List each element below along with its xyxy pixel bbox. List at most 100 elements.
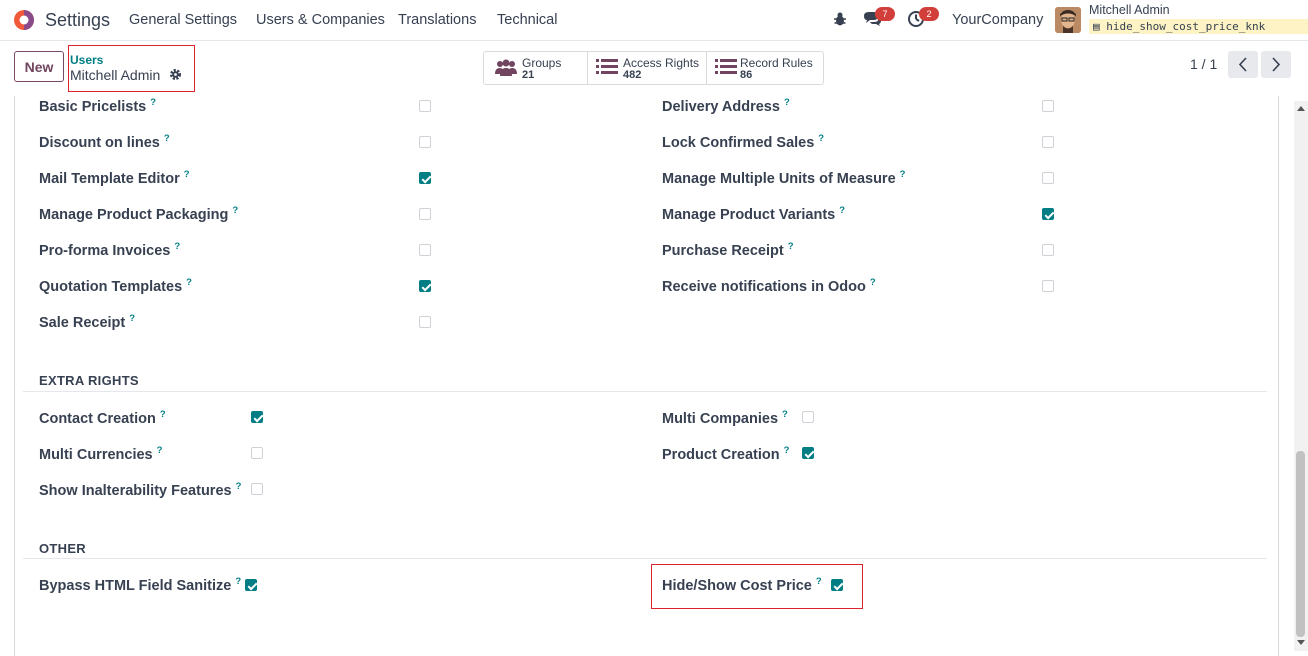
access-rights-count: 482 — [623, 69, 642, 81]
groups-count: 21 — [522, 69, 535, 81]
checkbox-hide-show-cost-price[interactable] — [831, 579, 843, 591]
menu-translations[interactable]: Translations — [398, 12, 476, 28]
help-tooltip-icon[interactable]: ? — [157, 445, 163, 456]
field-label-text: Receive notifications in Odoo — [662, 278, 866, 295]
access-rights-smart-button[interactable]: Access Rights 482 — [588, 52, 707, 84]
help-tooltip-icon[interactable]: ? — [160, 409, 166, 420]
field-label-text: Mail Template Editor — [39, 170, 180, 187]
menu-users-companies[interactable]: Users & Companies — [256, 12, 385, 28]
user-avatar[interactable] — [1055, 7, 1081, 33]
help-tooltip-icon[interactable]: ? — [186, 277, 192, 288]
new-button[interactable]: New — [14, 51, 64, 82]
company-switcher[interactable]: YourCompany — [952, 12, 1043, 28]
breadcrumb-current-record: Mitchell Admin — [70, 67, 161, 83]
record-rules-smart-button[interactable]: Record Rules 86 — [707, 52, 823, 84]
field-label-text: Show Inalterability Features — [39, 482, 232, 499]
help-tooltip-icon[interactable]: ? — [816, 576, 822, 587]
field-label-text: Bypass HTML Field Sanitize — [39, 577, 232, 594]
app-title[interactable]: Settings — [45, 10, 110, 31]
database-tag: ▤ hide_show_cost_price_knk — [1089, 19, 1308, 34]
help-tooltip-icon[interactable]: ? — [818, 133, 824, 144]
user-menu-name[interactable]: Mitchell Admin — [1089, 3, 1170, 17]
help-tooltip-icon[interactable]: ? — [235, 576, 241, 587]
checkbox-sale-receipt[interactable] — [419, 316, 431, 328]
record-rules-label: Record Rules — [740, 56, 813, 70]
pager-previous-button[interactable] — [1228, 51, 1258, 78]
scroll-down-arrow-icon[interactable] — [1297, 640, 1305, 645]
checkbox-pro-forma-invoices[interactable] — [419, 244, 431, 256]
field-label: Manage Multiple Units of Measure? — [662, 169, 905, 187]
help-tooltip-icon[interactable]: ? — [129, 313, 135, 324]
help-tooltip-icon[interactable]: ? — [232, 205, 238, 216]
chevron-left-icon — [1238, 57, 1247, 72]
help-tooltip-icon[interactable]: ? — [236, 481, 242, 492]
section-title: OTHER — [39, 541, 86, 556]
field-label-text: Manage Product Variants — [662, 206, 836, 223]
checkbox-lock-confirmed-sales[interactable] — [1042, 136, 1054, 148]
help-tooltip-icon[interactable]: ? — [184, 169, 190, 180]
gear-icon[interactable] — [169, 68, 182, 86]
checkbox-product-packaging[interactable] — [419, 208, 431, 220]
database-icon: ▤ — [1093, 20, 1107, 33]
chevron-right-icon — [1272, 57, 1281, 72]
checkbox-bypass-html-sanitize[interactable] — [245, 579, 257, 591]
help-tooltip-icon[interactable]: ? — [870, 277, 876, 288]
help-tooltip-icon[interactable]: ? — [782, 409, 788, 420]
field-label: Discount on lines? — [39, 133, 170, 151]
checkbox-inalterability-features[interactable] — [251, 483, 263, 495]
checkbox-delivery-address[interactable] — [1042, 100, 1054, 112]
field-label: Show Inalterability Features? — [39, 481, 241, 499]
field-label: Basic Pricelists? — [39, 97, 156, 115]
database-name: hide_show_cost_price_knk — [1106, 20, 1266, 33]
groups-label: Groups — [522, 56, 562, 70]
checkbox-contact-creation[interactable] — [251, 411, 263, 423]
activities-badge: 2 — [919, 7, 939, 21]
pager-value[interactable]: 1 / 1 — [1190, 56, 1217, 72]
checkbox-multi-companies[interactable] — [802, 411, 814, 423]
app-logo-icon[interactable] — [13, 9, 35, 31]
checkbox-purchase-receipt[interactable] — [1042, 244, 1054, 256]
field-label: Delivery Address? — [662, 97, 790, 115]
checkbox-multiple-units-of-measure[interactable] — [1042, 172, 1054, 184]
section-divider — [23, 391, 1267, 392]
menu-general-settings[interactable]: General Settings — [129, 12, 237, 28]
field-label-text: Purchase Receipt — [662, 242, 784, 259]
checkbox-multi-currencies[interactable] — [251, 447, 263, 459]
checkbox-product-creation[interactable] — [802, 447, 814, 459]
field-label: Sale Receipt? — [39, 313, 135, 331]
help-tooltip-icon[interactable]: ? — [784, 445, 790, 456]
menu-technical[interactable]: Technical — [497, 12, 557, 28]
checkbox-mail-template-editor[interactable] — [419, 172, 431, 184]
top-navbar: Settings General Settings Users & Compan… — [0, 0, 1308, 41]
checkbox-basic-pricelists[interactable] — [419, 100, 431, 112]
pager-next-button[interactable] — [1261, 51, 1291, 78]
groups-smart-button[interactable]: Groups 21 — [484, 52, 588, 84]
help-tooltip-icon[interactable]: ? — [150, 97, 156, 108]
field-label: Manage Product Variants? — [662, 205, 845, 223]
help-tooltip-icon[interactable]: ? — [784, 97, 790, 108]
field-label: Manage Product Packaging? — [39, 205, 238, 223]
field-label-text: Multi Currencies — [39, 446, 153, 463]
list-icon — [596, 58, 618, 81]
scrollbar-thumb[interactable] — [1296, 451, 1305, 637]
record-rules-count: 86 — [740, 69, 753, 81]
checkbox-quotation-templates[interactable] — [419, 280, 431, 292]
field-label-text: Discount on lines — [39, 134, 160, 151]
help-tooltip-icon[interactable]: ? — [164, 133, 170, 144]
field-label: Hide/Show Cost Price? — [662, 576, 822, 594]
field-label-text: Manage Multiple Units of Measure — [662, 170, 896, 187]
checkbox-discount-on-lines[interactable] — [419, 136, 431, 148]
field-label: Product Creation? — [662, 445, 789, 463]
help-tooltip-icon[interactable]: ? — [788, 241, 794, 252]
debug-bug-icon[interactable] — [832, 11, 848, 32]
help-tooltip-icon[interactable]: ? — [174, 241, 180, 252]
breadcrumb-users-link[interactable]: Users — [70, 53, 103, 67]
scroll-up-arrow-icon[interactable] — [1297, 106, 1305, 111]
checkbox-receive-notifications[interactable] — [1042, 280, 1054, 292]
field-label-text: Delivery Address — [662, 98, 780, 115]
help-tooltip-icon[interactable]: ? — [900, 169, 906, 180]
checkbox-product-variants[interactable] — [1042, 208, 1054, 220]
help-tooltip-icon[interactable]: ? — [839, 205, 845, 216]
field-label: Multi Companies? — [662, 409, 788, 427]
list-icon — [715, 58, 737, 81]
